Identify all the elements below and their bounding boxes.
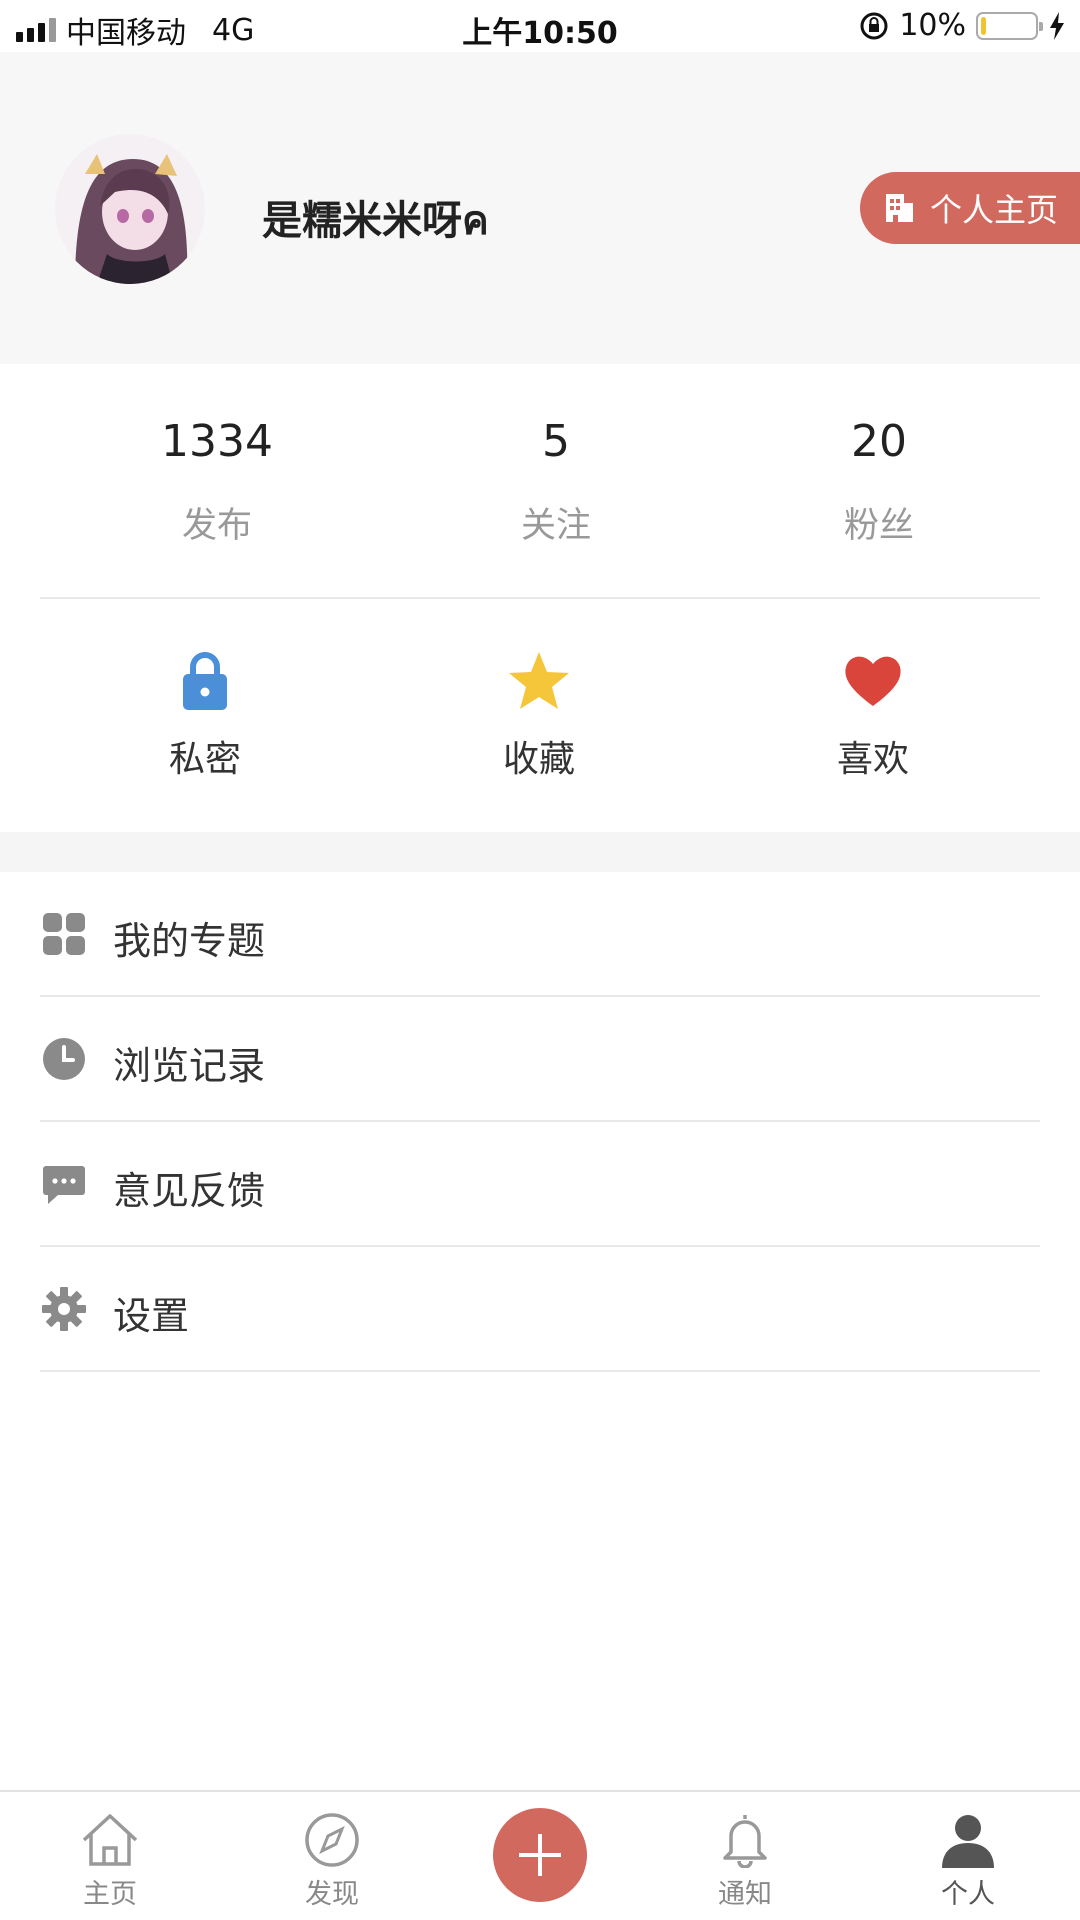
grid-icon — [43, 913, 85, 955]
stat-following-value: 5 — [542, 416, 570, 467]
stat-posts-value: 1334 — [161, 416, 273, 467]
tab-home[interactable]: 主页 — [40, 1812, 180, 1911]
plus-icon — [519, 1834, 561, 1876]
stat-posts-label: 发布 — [181, 506, 252, 546]
menu-item-label: 设置 — [113, 1294, 190, 1338]
profile-header: 是糯米米呀ค 个人主页 — [0, 52, 1080, 364]
status-bar: 中国移动 4G 上午10:50 10% — [0, 0, 1080, 52]
section-gap — [0, 832, 1080, 872]
tab-discover-label: 发现 — [305, 1879, 359, 1910]
stats-divider — [40, 597, 1040, 599]
personal-homepage-label: 个人主页 — [930, 191, 1059, 229]
menu-divider — [40, 1370, 1040, 1372]
shortcut-favorites-label: 收藏 — [502, 739, 575, 780]
chat-icon — [43, 1166, 85, 1204]
stat-followers-value: 20 — [851, 416, 907, 467]
building-icon — [886, 194, 913, 222]
personal-homepage-button[interactable]: 个人主页 — [860, 172, 1080, 244]
tab-home-label: 主页 — [83, 1879, 137, 1910]
person-icon — [942, 1815, 994, 1868]
tab-notifications-label: 通知 — [718, 1879, 772, 1910]
rotation-lock-icon — [860, 12, 888, 39]
tab-me[interactable]: 个人 — [898, 1812, 1038, 1911]
menu-item-label: 浏览记录 — [113, 1044, 266, 1088]
shortcut-favorites[interactable]: 收藏 — [439, 650, 639, 782]
tab-discover[interactable]: 发现 — [262, 1812, 402, 1911]
battery-icon — [976, 11, 1043, 40]
stat-following-label: 关注 — [520, 506, 591, 546]
tab-notifications[interactable]: 通知 — [675, 1812, 815, 1911]
avatar[interactable] — [55, 134, 205, 284]
battery-percent: 10% — [899, 8, 966, 43]
bottom-tab-bar: 主页 发现 通知 个人 — [0, 1790, 1080, 1920]
bell-icon — [723, 1815, 767, 1868]
menu-item-my-topics[interactable]: 我的专题 — [0, 872, 1080, 997]
shortcut-private[interactable]: 私密 — [105, 650, 305, 782]
avatar-illustration-icon — [55, 134, 205, 284]
profile-page: 中国移动 4G 上午10:50 10% 是糯米米呀ค 个人主页 1334 发布 … — [0, 0, 1080, 1920]
lock-icon — [183, 652, 227, 710]
menu-list: 我的专题 浏览记录 意见反馈 设置 — [0, 872, 1080, 1372]
stats-row: 1334 发布 5 关注 20 粉丝 — [0, 364, 1080, 599]
clock-icon — [43, 1038, 85, 1080]
heart-icon — [845, 656, 901, 706]
battery-fill — [981, 16, 987, 35]
menu-item-settings[interactable]: 设置 — [0, 1247, 1080, 1372]
stat-following[interactable]: 5 关注 — [431, 364, 681, 548]
menu-item-label: 意见反馈 — [113, 1169, 266, 1213]
compass-icon — [305, 1813, 359, 1867]
stat-followers-label: 粉丝 — [843, 506, 914, 546]
create-post-button[interactable] — [493, 1808, 587, 1902]
username: 是糯米米呀ค — [262, 198, 489, 244]
shortcut-likes[interactable]: 喜欢 — [773, 650, 973, 782]
shortcut-private-label: 私密 — [168, 739, 241, 780]
charging-icon — [1050, 11, 1064, 40]
menu-item-label: 我的专题 — [113, 919, 266, 963]
shortcut-likes-label: 喜欢 — [836, 739, 909, 780]
menu-item-feedback[interactable]: 意见反馈 — [0, 1122, 1080, 1247]
tab-me-label: 个人 — [941, 1879, 995, 1910]
shortcuts-row: 私密 收藏 喜欢 — [0, 600, 1080, 832]
menu-item-history[interactable]: 浏览记录 — [0, 997, 1080, 1122]
home-icon — [82, 1814, 138, 1866]
stat-followers[interactable]: 20 粉丝 — [754, 364, 1004, 548]
star-icon — [509, 652, 569, 709]
status-right: 10% — [859, 8, 1066, 43]
stat-posts[interactable]: 1334 发布 — [92, 364, 342, 548]
gear-icon — [42, 1287, 86, 1331]
